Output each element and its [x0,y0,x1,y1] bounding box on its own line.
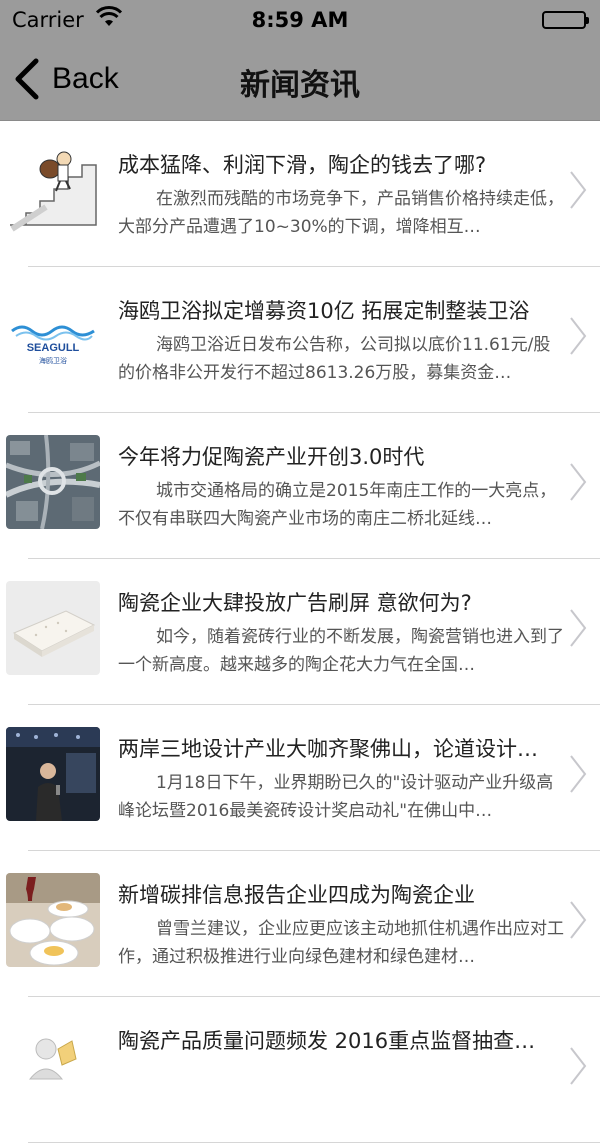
news-summary: 如今，随着瓷砖行业的不断发展，陶瓷营销也进入到了一个新高度。越来越多的陶企花大力… [118,627,564,675]
status-bar: Carrier 8:59 AM [0,0,600,40]
chevron-right-icon [570,463,587,501]
news-headline: 陶瓷企业大肆投放广告刷屏 意欲何为? [118,591,472,615]
news-item[interactable]: SEAGULL 海鸥卫浴 海鸥卫浴拟定增募资10亿 拓展定制整装卫浴 海鸥卫浴近… [0,267,600,413]
news-item[interactable]: 两岸三地设计产业大咖齐聚佛山，论道设计… 1月18日下午，业界期盼已久的"设计驱… [0,705,600,851]
news-list: 成本猛降、利润下滑，陶企的钱去了哪? 在激烈而残酷的市场竞争下，产品销售价格持续… [0,121,600,1143]
chevron-right-icon [570,1047,587,1085]
news-item[interactable]: 新增碳排信息报告企业四成为陶瓷企业 曾雪兰建议，企业应更应该主动地抓住机遇作出应… [0,851,600,997]
news-summary: 在激烈而残酷的市场竞争下，产品销售价格持续走低，大部分产品遭遇了10~30%的下… [118,189,564,237]
seagull-logo-text: SEAGULL [27,342,80,354]
news-item[interactable]: 成本猛降、利润下滑，陶企的钱去了哪? 在激烈而残酷的市场竞争下，产品销售价格持续… [0,121,600,267]
news-item[interactable]: 陶瓷产品质量问题频发 2016重点监督抽查… [0,997,600,1143]
news-item[interactable]: 今年将力促陶瓷产业开创3.0时代 城市交通格局的确立是2015年南庄工作的一大亮… [0,413,600,559]
news-thumbnail [6,727,100,821]
news-thumbnail [6,143,100,237]
news-thumbnail [6,435,100,529]
chevron-right-icon [570,901,587,939]
news-thumbnail [6,873,100,967]
navigation-bar: Back 新闻资讯 [0,40,600,121]
status-time: 8:59 AM [251,8,349,32]
news-headline: 成本猛降、利润下滑，陶企的钱去了哪? [118,153,487,177]
news-summary: 曾雪兰建议，企业应更应该主动地抓住机遇作出应对工作，通过积极推进行业向绿色建材和… [118,919,564,967]
news-summary: 1月18日下午，业界期盼已久的"设计驱动产业升级高峰论坛暨2016最美瓷砖设计奖… [118,773,554,821]
news-summary: 城市交通格局的确立是2015年南庄工作的一大亮点，不仅有串联四大陶瓷产业市场的南… [118,481,557,529]
news-thumbnail: SEAGULL 海鸥卫浴 [6,289,100,383]
seagull-logo-subtext: 海鸥卫浴 [39,356,67,365]
chevron-right-icon [570,609,587,647]
chevron-right-icon [570,171,587,209]
news-headline: 海鸥卫浴拟定增募资10亿 拓展定制整装卫浴 [118,299,530,323]
news-headline: 今年将力促陶瓷产业开创3.0时代 [118,445,425,469]
chevron-right-icon [570,755,587,793]
news-thumbnail [6,581,100,675]
news-headline: 陶瓷产品质量问题频发 2016重点监督抽查… [118,1029,536,1053]
news-headline: 两岸三地设计产业大咖齐聚佛山，论道设计… [118,737,538,761]
page-title: 新闻资讯 [240,68,360,103]
chevron-right-icon [570,317,587,355]
news-item[interactable]: 陶瓷企业大肆投放广告刷屏 意欲何为? 如今，随着瓷砖行业的不断发展，陶瓷营销也进… [0,559,600,705]
battery-icon [542,11,589,29]
news-headline: 新增碳排信息报告企业四成为陶瓷企业 [118,883,475,907]
news-thumbnail [6,1019,100,1113]
news-summary: 海鸥卫浴近日发布公告称，公司拟以底价11.61元/股的价格非公开发行不超过861… [118,335,551,383]
